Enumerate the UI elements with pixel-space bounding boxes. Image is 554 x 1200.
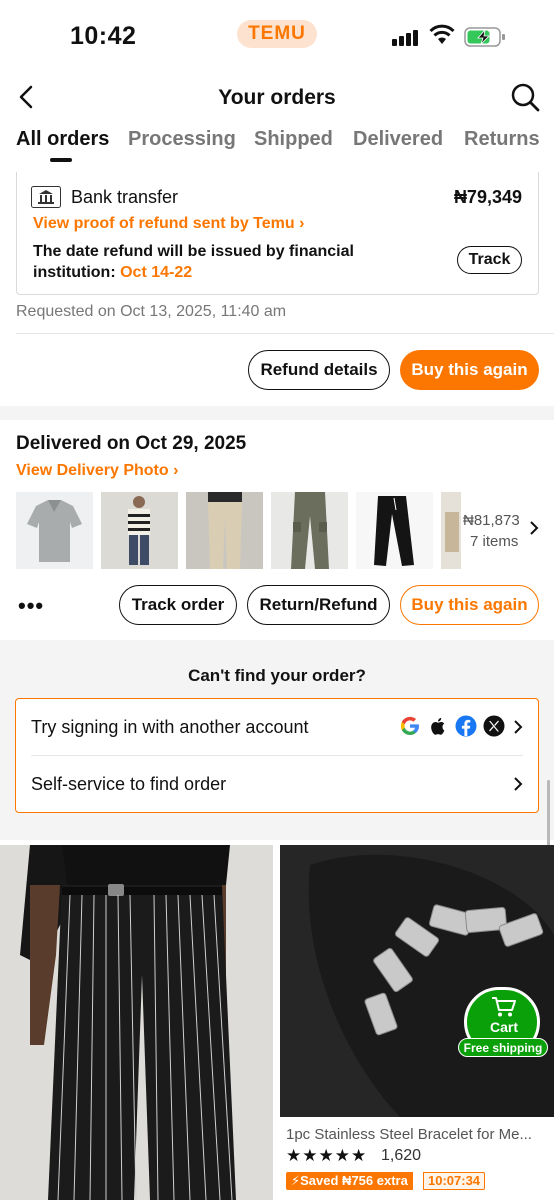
tab-processing[interactable]: Processing [128, 128, 236, 151]
product-title[interactable]: 1pc Stainless Steel Bracelet for Me... [286, 1126, 548, 1143]
tab-all-orders[interactable]: All orders [16, 128, 109, 151]
track-refund-button[interactable]: Track [457, 246, 522, 274]
refund-note-text: The date refund will be issued by financ… [33, 243, 354, 281]
apple-icon [431, 717, 445, 735]
tab-returns[interactable]: Returns [464, 128, 540, 151]
lightning-icon: ⚡ [291, 1173, 301, 1188]
chevron-right-icon: › [173, 462, 179, 479]
order-item-count: 7 items [470, 533, 519, 550]
product-thumb-beige-trousers[interactable] [186, 492, 263, 569]
bank-icon [31, 186, 61, 208]
free-shipping-badge: Free shipping [458, 1038, 548, 1057]
order-total: ₦81,873 [463, 512, 520, 529]
delivered-order-title: Delivered on Oct 29, 2025 [16, 433, 247, 454]
self-service-find-order-row[interactable]: Self-service to find order [16, 756, 537, 813]
section-separator [0, 406, 554, 420]
chevron-right-icon [514, 777, 523, 791]
buy-again-button[interactable]: Buy this again [400, 585, 539, 625]
cart-icon [492, 997, 516, 1017]
refund-date-range: Oct 14-22 [120, 264, 193, 281]
product-thumb-striped-polo[interactable] [101, 492, 178, 569]
sign-in-another-account-row[interactable]: Try signing in with another account [16, 699, 537, 756]
product-thumb-grey-polo[interactable] [16, 492, 93, 569]
sign-in-another-account-label: Try signing in with another account [31, 717, 309, 737]
x-icon [483, 715, 505, 737]
facebook-icon [455, 715, 477, 737]
battery-charging-icon [464, 27, 505, 47]
product-image-striped-trousers[interactable] [0, 845, 273, 1200]
savings-label: Saved ₦756 extra [300, 1173, 408, 1188]
refund-details-button[interactable]: Refund details [248, 350, 390, 390]
chevron-right-icon [514, 720, 523, 734]
status-time: 10:42 [70, 22, 137, 50]
product-thumb-partial[interactable] [441, 492, 461, 569]
refund-proof-link[interactable]: View proof of refund sent by Temu › [33, 215, 304, 233]
more-options-icon[interactable]: ••• [18, 593, 44, 619]
app-header: Your orders [0, 72, 554, 124]
review-count: 1,620 [381, 1147, 422, 1164]
delivery-photo-link[interactable]: View Delivery Photo › [16, 462, 178, 480]
refund-requested-date: Requested on Oct 13, 2025, 11:40 am [16, 303, 287, 320]
return-refund-button[interactable]: Return/Refund [247, 585, 390, 625]
active-tab-indicator [50, 158, 72, 162]
page-title: Your orders [218, 86, 336, 109]
order-item-thumbnails[interactable] [16, 492, 554, 569]
scrollbar[interactable] [547, 780, 550, 850]
search-icon[interactable] [510, 82, 540, 112]
divider [16, 333, 554, 334]
buy-again-button[interactable]: Buy this again [400, 350, 539, 390]
countdown-timer: 10:07:34 [423, 1172, 486, 1190]
refund-info-box: Bank transfer ₦79,349 View proof of refu… [16, 172, 539, 295]
cart-label: Cart [489, 1019, 518, 1035]
order-tabs: All orders Processing Shipped Delivered … [0, 124, 554, 164]
cellular-signal-icon [392, 28, 422, 46]
product-thumb-black-joggers[interactable] [356, 492, 433, 569]
self-service-label: Self-service to find order [31, 774, 227, 794]
chevron-right-icon: › [299, 215, 305, 232]
refund-proof-label: View proof of refund sent by Temu [33, 215, 295, 232]
savings-badge: ⚡Saved ₦756 extra [286, 1172, 413, 1190]
tab-delivered[interactable]: Delivered [353, 128, 443, 151]
delivery-photo-label: View Delivery Photo [16, 462, 169, 479]
google-icon [400, 716, 419, 735]
refund-amount: ₦79,349 [453, 187, 522, 207]
star-rating: ★★★★★ [286, 1146, 368, 1165]
find-order-help-box: Try signing in with another account Self… [15, 698, 539, 813]
wifi-icon [429, 24, 455, 44]
app-badge: TEMU [237, 20, 317, 48]
track-order-button[interactable]: Track order [119, 585, 237, 625]
cant-find-order-heading: Can't find your order? [188, 666, 366, 685]
refund-date-note: The date refund will be issued by financ… [33, 241, 393, 283]
payment-method: Bank transfer [71, 187, 179, 207]
tab-shipped[interactable]: Shipped [254, 128, 333, 151]
product-image-steel-bracelet[interactable] [280, 845, 554, 1117]
status-bar: 10:42 TEMU [0, 0, 554, 72]
product-thumb-olive-cargo[interactable] [271, 492, 348, 569]
chevron-right-icon[interactable] [528, 520, 540, 536]
